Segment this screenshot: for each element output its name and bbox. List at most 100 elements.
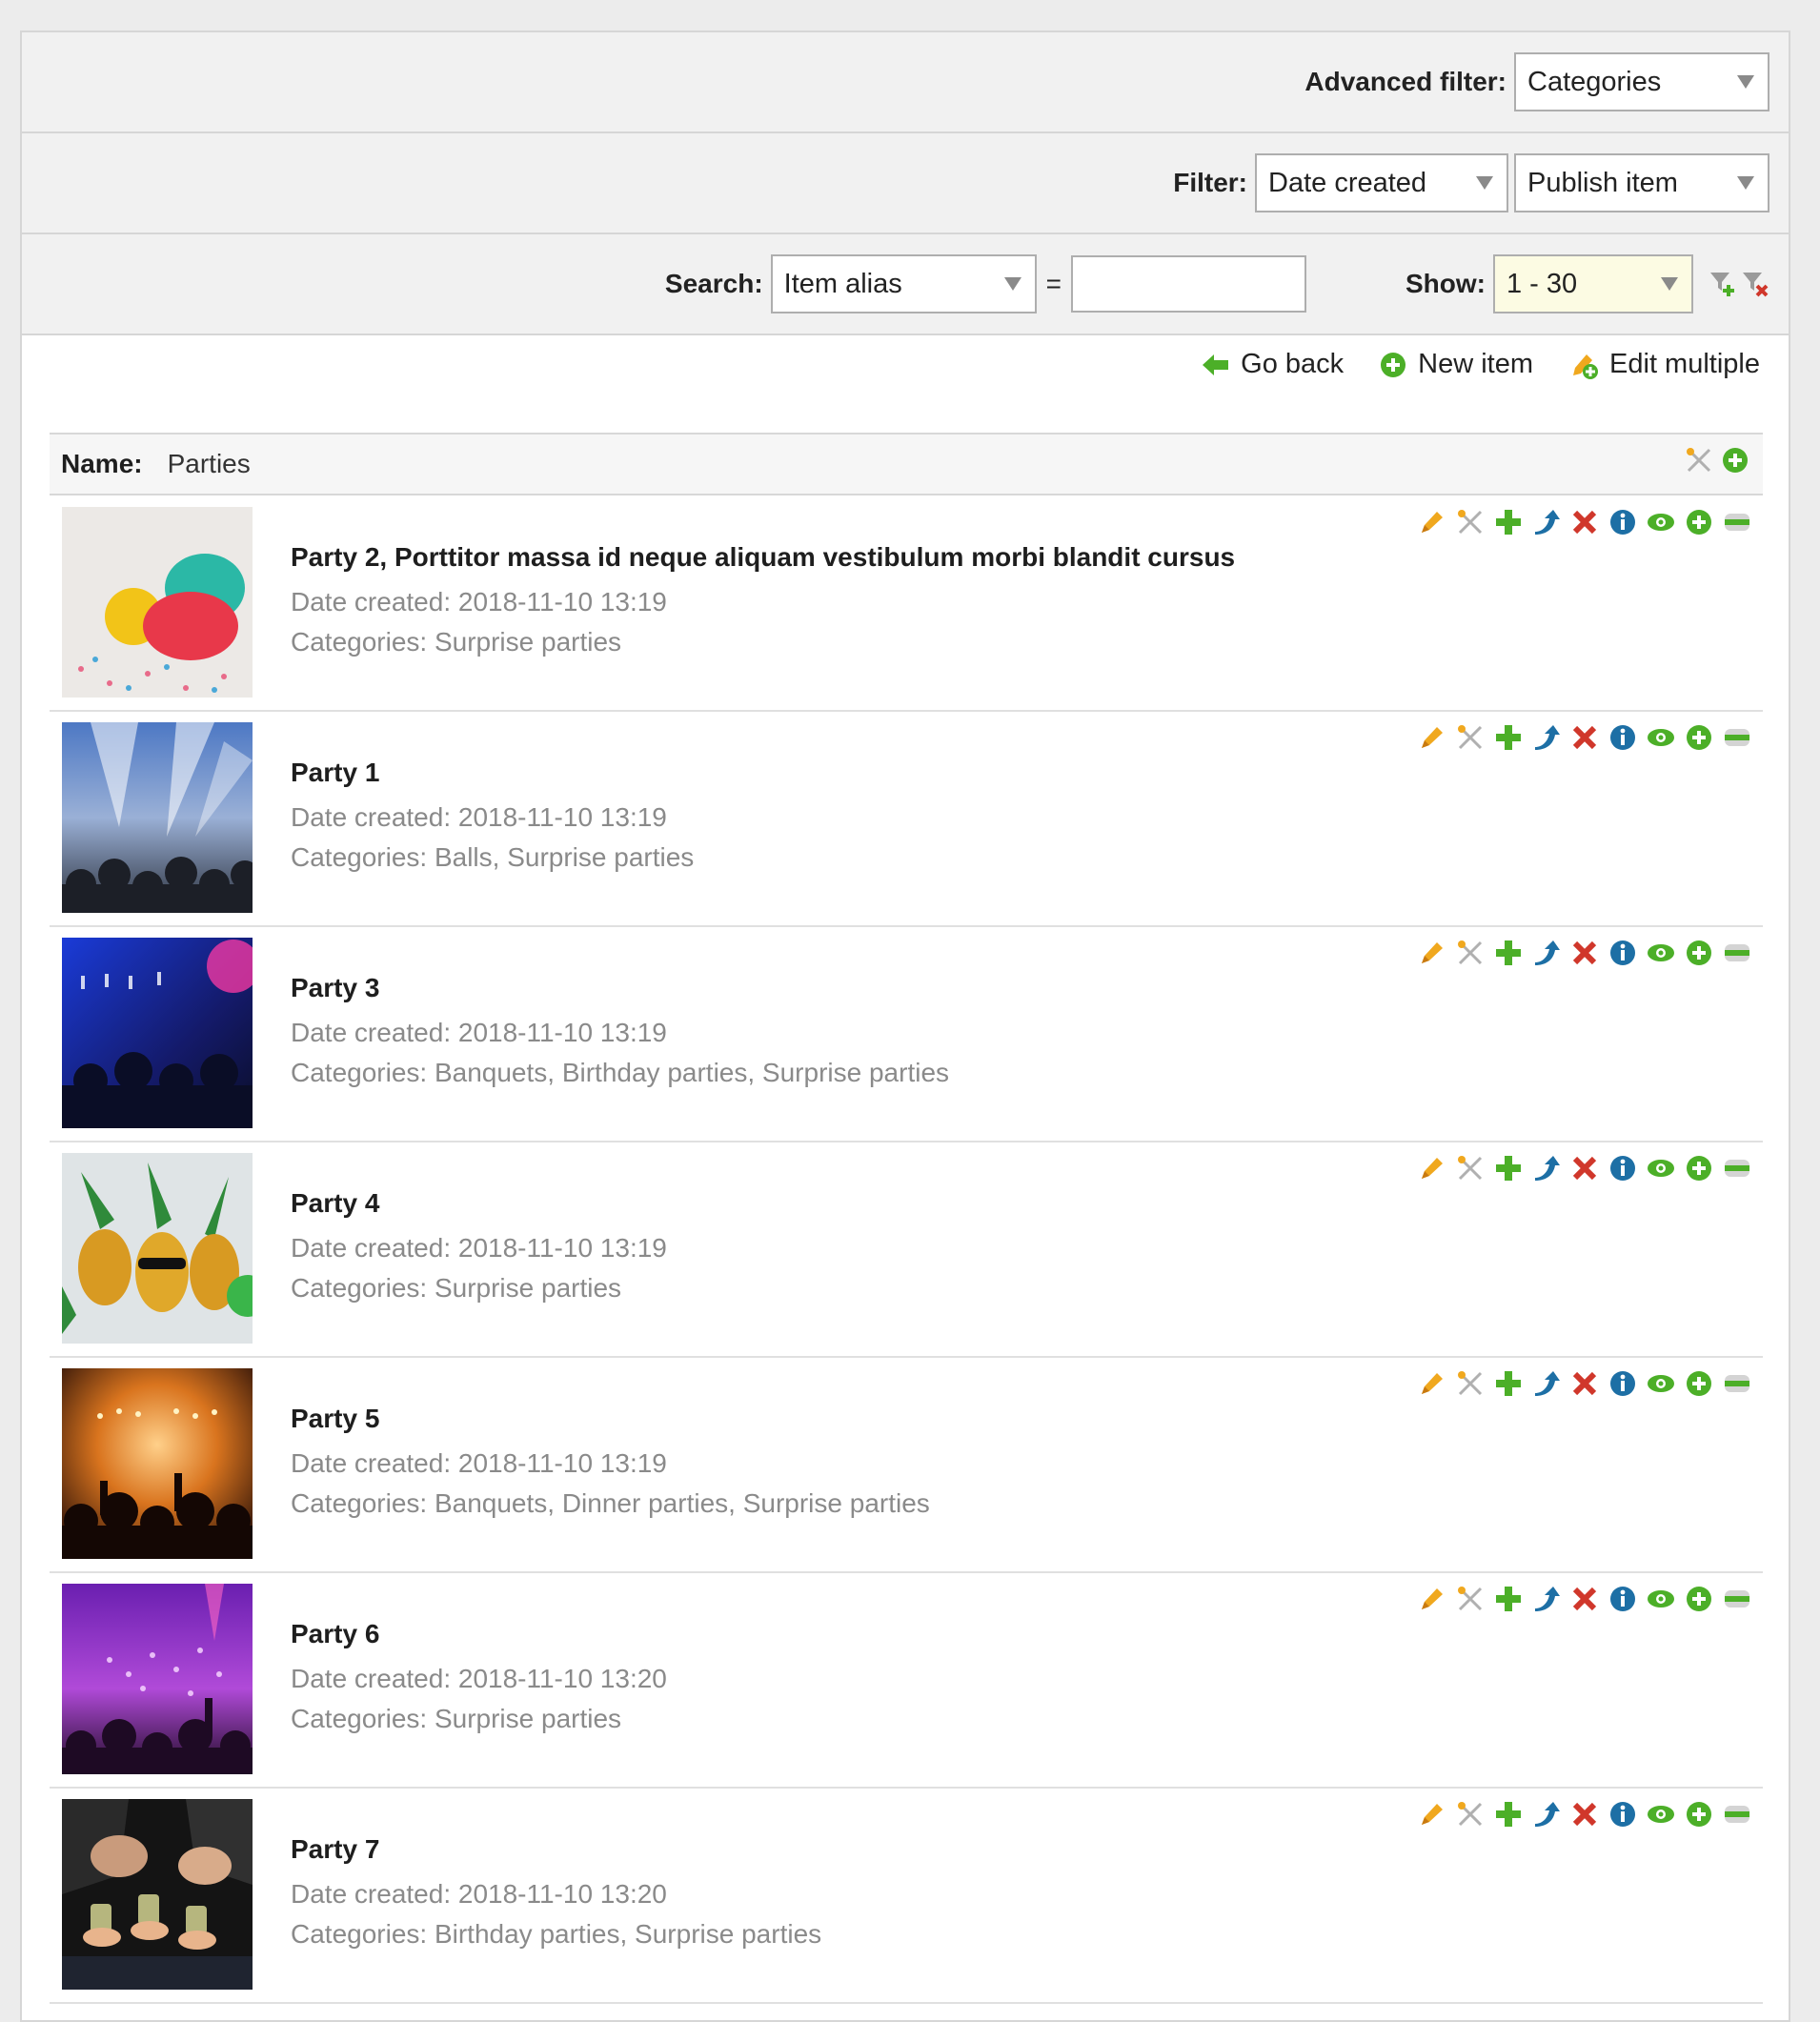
item-thumbnail[interactable] [62, 1153, 253, 1344]
tools-icon[interactable] [1456, 1800, 1485, 1829]
filter-date-select[interactable]: Date created [1255, 153, 1508, 212]
item-title[interactable]: Party 2, Porttitor massa id neque aliqua… [291, 542, 1235, 573]
edit-multiple-button[interactable]: Edit multiple [1569, 349, 1760, 380]
delete-icon[interactable] [1570, 1154, 1599, 1183]
info-icon[interactable] [1608, 508, 1637, 536]
item-date: Date created: 2018-11-10 13:19 [291, 1448, 667, 1478]
add-circle-icon[interactable] [1721, 446, 1749, 475]
item-categories: Categories: Banquets, Birthday parties, … [291, 1058, 950, 1087]
plus-icon[interactable] [1494, 1585, 1523, 1613]
item-date: Date created: 2018-11-10 13:19 [291, 587, 667, 617]
pencil-icon[interactable] [1418, 723, 1446, 752]
pencil-icon[interactable] [1418, 1585, 1446, 1613]
item-title[interactable]: Party 6 [291, 1619, 667, 1649]
show-select[interactable]: 1 - 30 [1493, 254, 1693, 313]
pencil-icon[interactable] [1418, 1800, 1446, 1829]
item-title[interactable]: Party 4 [291, 1188, 667, 1219]
add-circle-icon[interactable] [1685, 723, 1713, 752]
move-arrow-icon[interactable] [1532, 939, 1561, 967]
eye-icon[interactable] [1647, 939, 1675, 967]
go-back-button[interactable]: Go back [1203, 349, 1344, 380]
item-thumbnail[interactable] [62, 1799, 253, 1990]
move-arrow-icon[interactable] [1532, 1154, 1561, 1183]
minus-bar-icon[interactable] [1723, 723, 1751, 752]
eye-icon[interactable] [1647, 1154, 1675, 1183]
delete-icon[interactable] [1570, 1585, 1599, 1613]
item-thumbnail[interactable] [62, 722, 253, 913]
add-circle-icon[interactable] [1685, 1800, 1713, 1829]
eye-icon[interactable] [1647, 508, 1675, 536]
item-info: Party 4 Date created: 2018-11-10 13:19 C… [291, 1188, 667, 1308]
move-arrow-icon[interactable] [1532, 508, 1561, 536]
item-title[interactable]: Party 7 [291, 1834, 821, 1865]
filter-publish-select[interactable]: Publish item [1514, 153, 1769, 212]
plus-icon[interactable] [1494, 939, 1523, 967]
minus-bar-icon[interactable] [1723, 508, 1751, 536]
minus-bar-icon[interactable] [1723, 1369, 1751, 1398]
minus-bar-icon[interactable] [1723, 1585, 1751, 1613]
tools-icon[interactable] [1685, 446, 1713, 475]
info-icon[interactable] [1608, 1369, 1637, 1398]
info-icon[interactable] [1608, 939, 1637, 967]
info-icon[interactable] [1608, 723, 1637, 752]
pencil-icon[interactable] [1418, 1369, 1446, 1398]
item-thumbnail[interactable] [62, 938, 253, 1128]
item-tools [1418, 1369, 1751, 1398]
delete-icon[interactable] [1570, 939, 1599, 967]
tools-icon[interactable] [1456, 1154, 1485, 1183]
add-circle-icon[interactable] [1685, 1585, 1713, 1613]
pencil-icon[interactable] [1418, 939, 1446, 967]
add-circle-icon[interactable] [1685, 939, 1713, 967]
plus-icon[interactable] [1494, 1800, 1523, 1829]
search-field-select[interactable]: Item alias [770, 254, 1037, 313]
items-panel: Advanced filter: Categories Filter: Date… [20, 30, 1790, 2022]
plus-icon[interactable] [1494, 508, 1523, 536]
tools-icon[interactable] [1456, 723, 1485, 752]
move-arrow-icon[interactable] [1532, 723, 1561, 752]
move-arrow-icon[interactable] [1532, 1585, 1561, 1613]
search-input[interactable] [1071, 255, 1306, 313]
tools-icon[interactable] [1456, 508, 1485, 536]
add-filter-icon[interactable] [1709, 270, 1737, 298]
delete-icon[interactable] [1570, 723, 1599, 752]
info-icon[interactable] [1608, 1585, 1637, 1613]
pencil-icon[interactable] [1418, 1154, 1446, 1183]
move-arrow-icon[interactable] [1532, 1800, 1561, 1829]
item-thumbnail[interactable] [62, 1368, 253, 1559]
info-icon[interactable] [1608, 1800, 1637, 1829]
item-title[interactable]: Party 3 [291, 973, 949, 1003]
new-item-button[interactable]: New item [1380, 349, 1533, 380]
eye-icon[interactable] [1647, 1585, 1675, 1613]
add-circle-icon[interactable] [1685, 1154, 1713, 1183]
item-thumbnail[interactable] [62, 1584, 253, 1774]
plus-icon[interactable] [1494, 1369, 1523, 1398]
item-title[interactable]: Party 5 [291, 1404, 930, 1434]
name-tools [1685, 446, 1749, 475]
tools-icon[interactable] [1456, 939, 1485, 967]
eye-icon[interactable] [1647, 723, 1675, 752]
delete-icon[interactable] [1570, 508, 1599, 536]
minus-bar-icon[interactable] [1723, 939, 1751, 967]
add-circle-icon[interactable] [1685, 508, 1713, 536]
plus-icon[interactable] [1494, 723, 1523, 752]
info-icon[interactable] [1608, 1154, 1637, 1183]
item-tools [1418, 1585, 1751, 1613]
tools-icon[interactable] [1456, 1585, 1485, 1613]
minus-bar-icon[interactable] [1723, 1800, 1751, 1829]
eye-icon[interactable] [1647, 1800, 1675, 1829]
tools-icon[interactable] [1456, 1369, 1485, 1398]
item-thumbnail[interactable] [62, 507, 253, 698]
advanced-filter-select[interactable]: Categories [1514, 52, 1769, 111]
plus-icon[interactable] [1494, 1154, 1523, 1183]
delete-icon[interactable] [1570, 1369, 1599, 1398]
pencil-icon[interactable] [1418, 508, 1446, 536]
filter-label: Filter: [1173, 168, 1247, 197]
item-tools [1418, 723, 1751, 752]
move-arrow-icon[interactable] [1532, 1369, 1561, 1398]
add-circle-icon[interactable] [1685, 1369, 1713, 1398]
delete-icon[interactable] [1570, 1800, 1599, 1829]
minus-bar-icon[interactable] [1723, 1154, 1751, 1183]
clear-filter-icon[interactable] [1741, 270, 1769, 298]
item-title[interactable]: Party 1 [291, 758, 694, 788]
eye-icon[interactable] [1647, 1369, 1675, 1398]
